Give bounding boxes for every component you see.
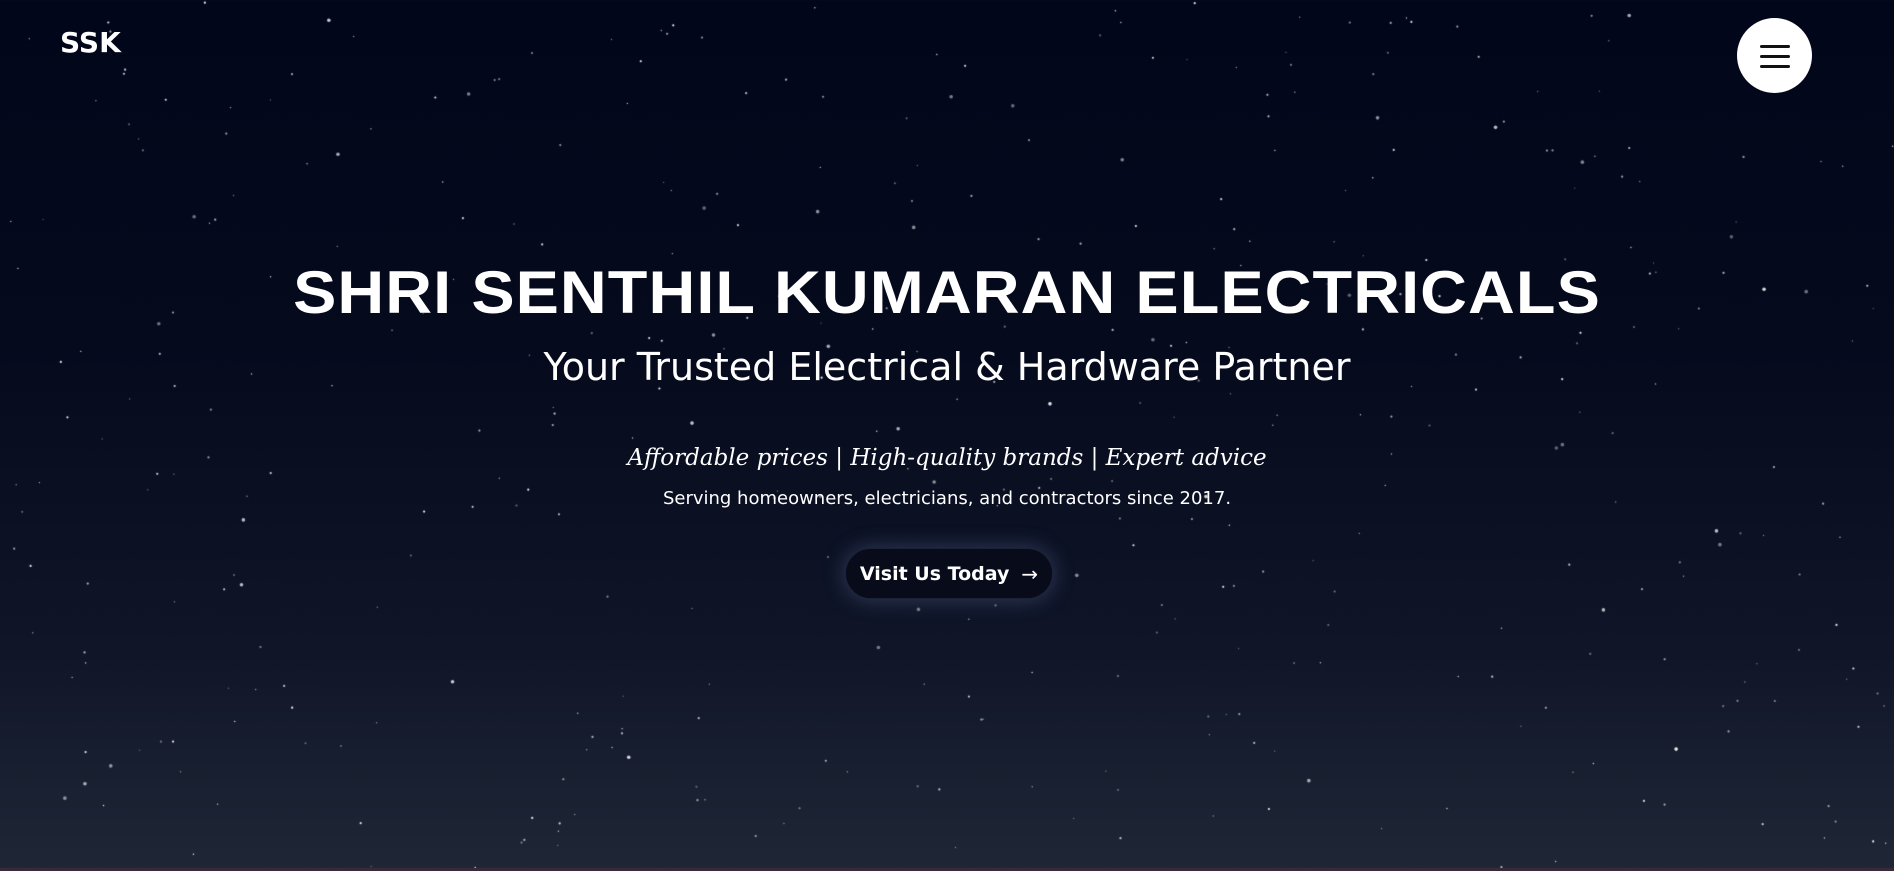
site-logo[interactable]: SSK xyxy=(60,26,121,59)
visit-us-label: Visit Us Today xyxy=(859,562,1010,585)
hero-tagline: Affordable prices | High-quality brands … xyxy=(627,445,1267,471)
arrow-right-icon: → xyxy=(1021,561,1039,586)
hero-title: SHRI SENTHIL KUMARAN ELECTRICALS xyxy=(293,259,1601,326)
hero-description: Serving homeowners, electricians, and co… xyxy=(662,488,1232,509)
hero-subtitle: Your Trusted Electrical & Hardware Partn… xyxy=(543,345,1351,389)
starfield-background xyxy=(0,0,1894,871)
visit-us-button[interactable]: Visit Us Today → xyxy=(845,548,1053,599)
menu-button[interactable] xyxy=(1737,18,1812,93)
